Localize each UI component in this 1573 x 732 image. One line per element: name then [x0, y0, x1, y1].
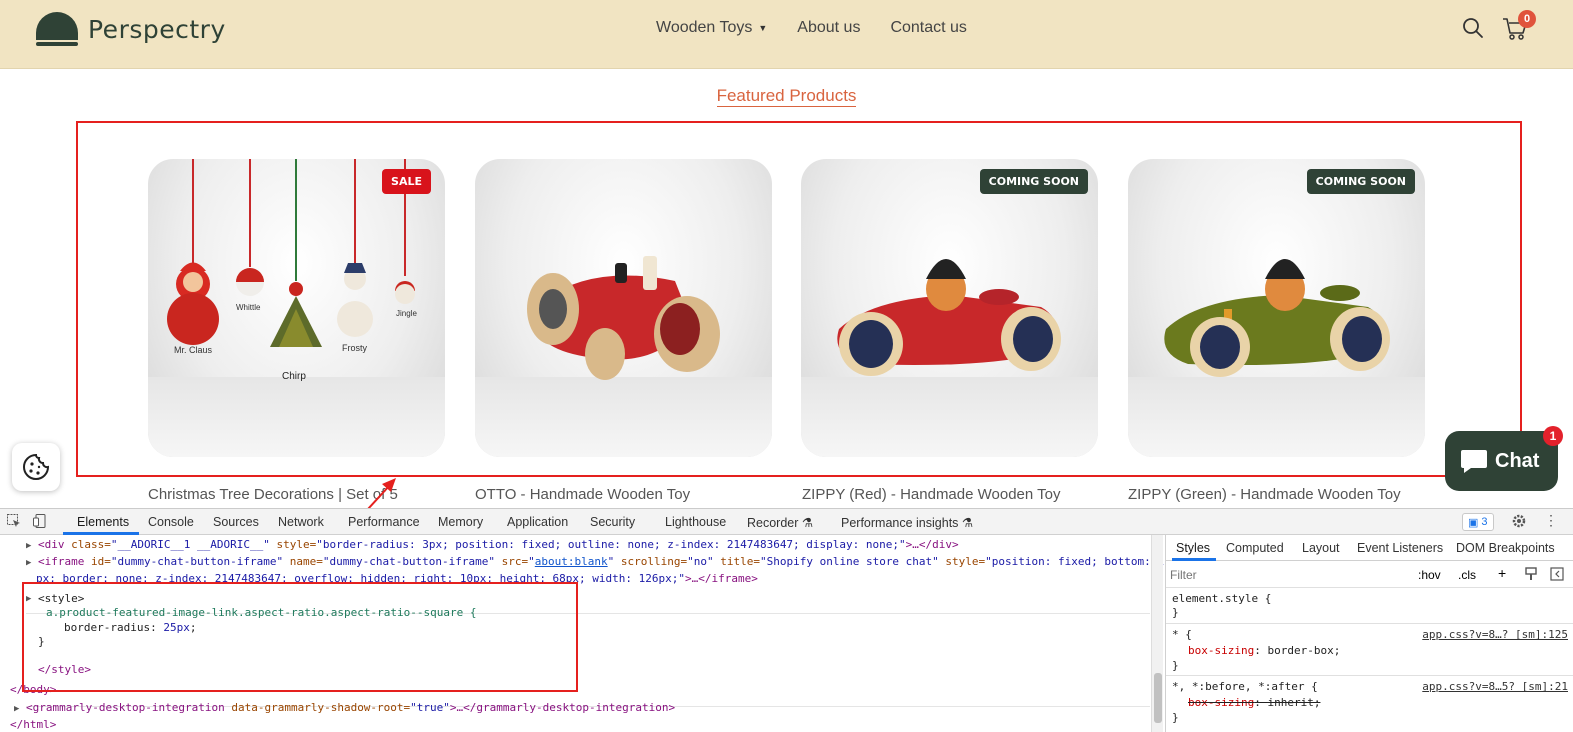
expand-triangle-icon[interactable]: ▶ [14, 704, 19, 714]
attr-name: title= [713, 555, 760, 568]
highlight-box-style [22, 582, 578, 692]
devtools-tabbar: Elements Console Sources Network Perform… [0, 509, 1573, 535]
tag-close: >…</iframe> [685, 572, 758, 585]
issues-counter[interactable]: ▣ 3 [1462, 513, 1494, 531]
tag-close: >…</div> [905, 538, 959, 551]
css-value: border-box; [1267, 644, 1341, 657]
rule1-selector[interactable]: * { [1172, 628, 1192, 641]
tab-layout[interactable]: Layout [1302, 541, 1340, 555]
attr-name: src= [495, 555, 529, 568]
rule2-source-link[interactable]: app.css?v=8…5? [sm]:21 [1422, 680, 1568, 693]
tab-label: Recorder [747, 516, 799, 530]
css-close-brace: } [1172, 659, 1179, 672]
settings-gear-icon[interactable] [1511, 513, 1527, 532]
attr-value: "no" [687, 555, 714, 568]
elements-scrollbar[interactable] [1151, 535, 1163, 732]
tab-memory[interactable]: Memory [438, 515, 483, 529]
tab-application[interactable]: Application [507, 515, 568, 529]
styles-filter-bar: :hov .cls + [1166, 562, 1573, 588]
attr-name: name= [283, 555, 323, 568]
tag-open: <grammarly-desktop-integration [26, 701, 232, 714]
css-prop: box-sizing [1188, 696, 1255, 709]
flask-icon: ⚗ [961, 516, 974, 530]
tab-event-listeners[interactable]: Event Listeners [1357, 541, 1443, 555]
css-value: inherit; [1267, 696, 1321, 709]
tab-elements[interactable]: Elements [77, 515, 129, 529]
device-toolbar-icon[interactable] [32, 513, 48, 532]
rule1-source-link[interactable]: app.css?v=8…? [sm]:125 [1422, 628, 1568, 641]
more-options-icon[interactable]: ⋮ [1544, 512, 1558, 529]
toggle-sidebar-icon[interactable] [1550, 567, 1564, 584]
paint-icon[interactable] [1524, 567, 1538, 584]
rule2-declaration-overridden[interactable]: box-sizing: inherit; [1188, 696, 1320, 709]
tag-close: >…</grammarly-desktop-integration> [449, 701, 676, 714]
attr-name: data-grammarly-shadow-root= [231, 701, 411, 714]
tab-performance[interactable]: Performance [348, 515, 420, 529]
attr-value: "Shopify online store chat" [759, 555, 939, 568]
styles-tabbar: Styles Computed Layout Event Listeners D… [1166, 535, 1573, 561]
styles-filter-input[interactable] [1170, 565, 1410, 585]
css-prop: box-sizing [1188, 644, 1255, 657]
dom-node-iframe[interactable]: ▶ <iframe id="dummy-chat-button-iframe" … [26, 555, 1164, 568]
src-link[interactable]: about:blank [535, 555, 608, 568]
tag-open: <div [38, 538, 72, 551]
tab-label: Performance insights [841, 516, 959, 530]
tab-performance-insights[interactable]: Performance insights ⚗ [841, 515, 973, 530]
expand-triangle-icon[interactable]: ▶ [26, 558, 31, 568]
tab-security[interactable]: Security [590, 515, 635, 529]
divider [1166, 675, 1573, 676]
add-rule-icon[interactable]: + [1498, 565, 1506, 581]
tab-styles[interactable]: Styles [1176, 541, 1210, 555]
flask-icon: ⚗ [801, 516, 814, 530]
attr-value: "dummy-chat-button-iframe" [110, 555, 284, 568]
cls-toggle[interactable]: .cls [1458, 568, 1476, 582]
attr-value: "__ADORIC__1 __ADORIC__" [110, 538, 270, 551]
css-close-brace: } [1172, 606, 1179, 619]
attr-name: style= [269, 538, 317, 551]
attr-name: class= [71, 538, 111, 551]
attr-name: style= [938, 555, 986, 568]
hov-toggle[interactable]: :hov [1418, 568, 1441, 582]
rule2-selector[interactable]: *, *:before, *:after { [1172, 680, 1318, 693]
attr-value: "dummy-chat-button-iframe" [322, 555, 496, 568]
styles-sidebar: Styles Computed Layout Event Listeners D… [1165, 535, 1573, 732]
issues-count: 3 [1481, 516, 1488, 528]
active-tab-indicator [1172, 558, 1216, 561]
rule1-declaration[interactable]: box-sizing: border-box; [1188, 644, 1340, 657]
attr-value: "true" [410, 701, 450, 714]
tab-network[interactable]: Network [278, 515, 324, 529]
tab-lighthouse[interactable]: Lighthouse [665, 515, 726, 529]
scrollbar-thumb[interactable] [1154, 673, 1162, 723]
divider [1166, 623, 1573, 624]
html-close-tag: </html> [10, 718, 57, 731]
tab-sources[interactable]: Sources [213, 515, 259, 529]
tab-computed[interactable]: Computed [1226, 541, 1284, 555]
dom-node-grammarly[interactable]: ▶ <grammarly-desktop-integration data-gr… [14, 701, 675, 714]
tag-open: <iframe [38, 555, 92, 568]
dom-node-adoric[interactable]: ▶ <div class="__ADORIC__1 __ADORIC__" st… [26, 538, 959, 551]
attr-value: "border-radius: 3px; position: fixed; ou… [316, 538, 906, 551]
expand-triangle-icon[interactable]: ▶ [26, 541, 31, 551]
css-close-brace: } [1172, 711, 1179, 724]
inspect-element-icon[interactable] [6, 513, 22, 532]
attr-name: id= [91, 555, 111, 568]
attr-value: "position: fixed; bottom: 1 [985, 555, 1164, 568]
tab-console[interactable]: Console [148, 515, 194, 529]
tab-recorder[interactable]: Recorder ⚗ [747, 515, 813, 530]
tab-dom-breakpoints[interactable]: DOM Breakpoints [1456, 541, 1555, 555]
element-style-selector[interactable]: element.style { [1172, 592, 1271, 605]
message-icon: ▣ [1468, 516, 1479, 529]
attr-name: scrolling= [614, 555, 688, 568]
